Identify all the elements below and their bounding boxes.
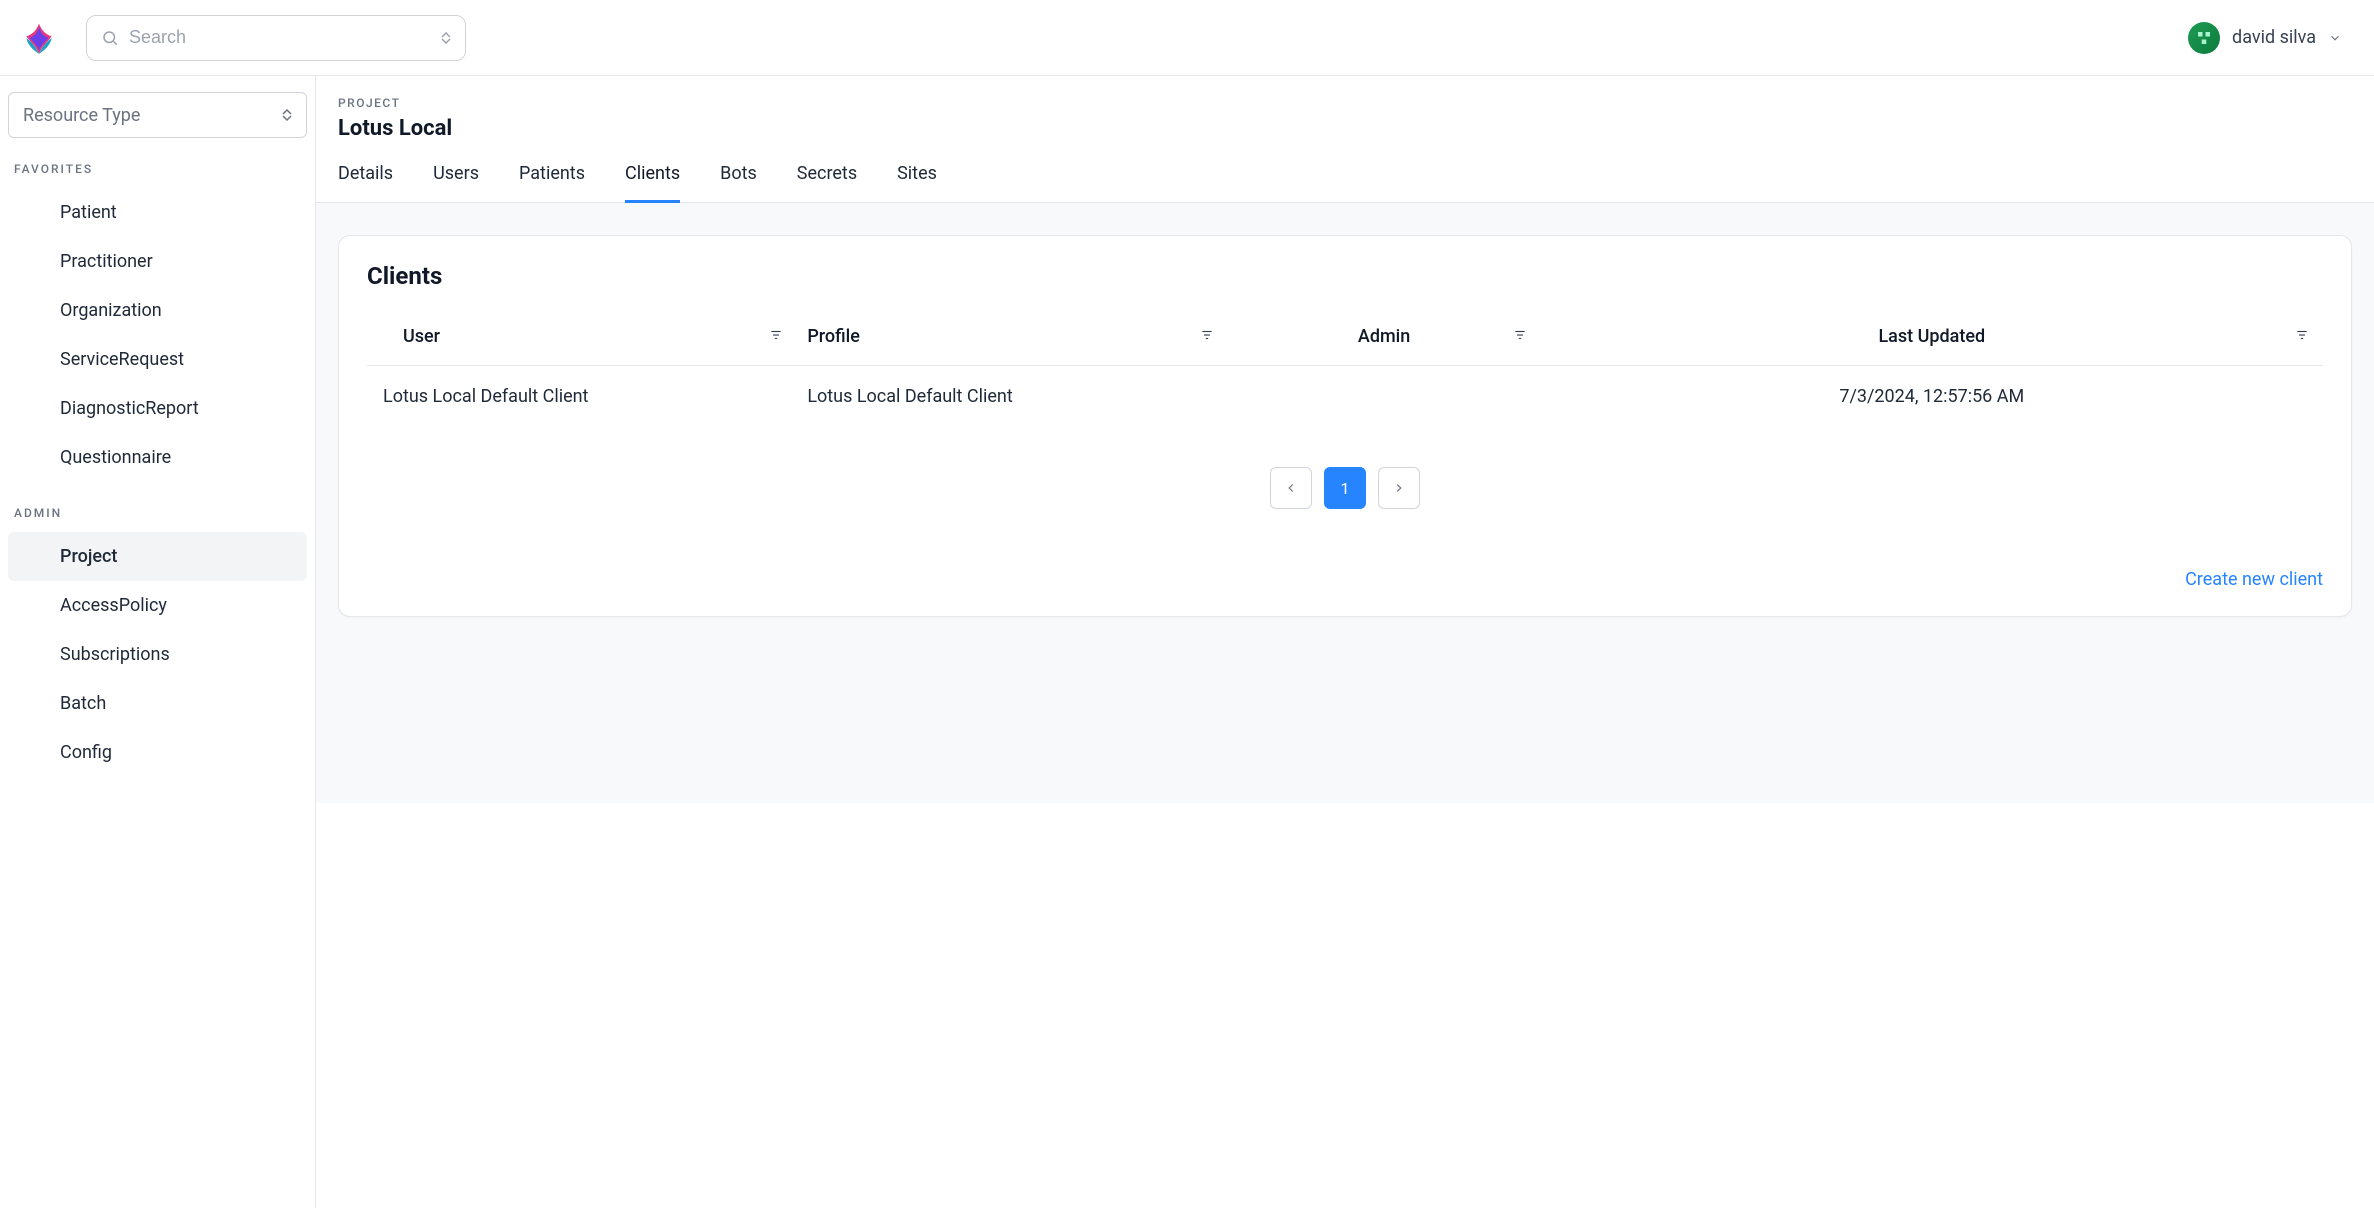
tab-clients[interactable]: Clients [625, 163, 680, 203]
chevron-left-icon [1284, 481, 1298, 495]
global-search[interactable] [86, 15, 466, 61]
page-title: Lotus Local [338, 116, 2352, 141]
chevron-right-icon [1392, 481, 1406, 495]
sidebar-item-accesspolicy[interactable]: AccessPolicy [8, 581, 307, 630]
card-title: Clients [367, 262, 2323, 290]
sidebar-item-questionnaire[interactable]: Questionnaire [8, 433, 307, 482]
cell-admin [1228, 366, 1541, 428]
cell-lastupdated: 7/3/2024, 12:57:56 AM [1541, 366, 2323, 428]
page-eyebrow: PROJECT [338, 96, 2352, 110]
sidebar: Resource Type FAVORITES Patient Practiti… [0, 76, 316, 1208]
tab-details[interactable]: Details [338, 163, 393, 203]
tab-bots[interactable]: Bots [720, 163, 757, 203]
resource-type-placeholder: Resource Type [23, 105, 140, 126]
filter-icon[interactable] [1200, 328, 1214, 342]
search-icon [101, 29, 119, 47]
cell-profile: Lotus Local Default Client [797, 366, 1227, 428]
clients-table: User Profile [367, 314, 2323, 427]
avatar [2188, 22, 2220, 54]
tab-secrets[interactable]: Secrets [797, 163, 857, 203]
column-header-user: User [403, 326, 440, 347]
tab-patients[interactable]: Patients [519, 163, 585, 203]
filter-icon[interactable] [2295, 328, 2309, 342]
column-header-profile: Profile [807, 326, 860, 347]
updown-icon [441, 32, 451, 44]
sidebar-item-organization[interactable]: Organization [8, 286, 307, 335]
sidebar-item-patient[interactable]: Patient [8, 188, 307, 237]
page-prev-button[interactable] [1270, 467, 1312, 509]
table-row[interactable]: Lotus Local Default Client Lotus Local D… [367, 366, 2323, 428]
topbar: david silva [0, 0, 2374, 76]
page-number-button[interactable]: 1 [1324, 467, 1366, 509]
user-menu[interactable]: david silva [2188, 22, 2354, 54]
app-logo[interactable] [20, 19, 58, 57]
pagination: 1 [367, 467, 2323, 509]
column-header-admin: Admin [1358, 326, 1410, 347]
tab-users[interactable]: Users [433, 163, 479, 203]
cell-user: Lotus Local Default Client [367, 366, 797, 428]
updown-icon [282, 109, 292, 121]
search-input[interactable] [129, 27, 441, 48]
filter-icon[interactable] [769, 328, 783, 342]
create-new-client-link[interactable]: Create new client [2185, 569, 2323, 590]
section-label-admin: ADMIN [8, 500, 307, 532]
user-name: david silva [2232, 27, 2316, 48]
sidebar-item-diagnosticreport[interactable]: DiagnosticReport [8, 384, 307, 433]
clients-card: Clients User Profile [338, 235, 2352, 617]
tabs: Details Users Patients Clients Bots Secr… [316, 141, 2374, 203]
sidebar-item-practitioner[interactable]: Practitioner [8, 237, 307, 286]
chevron-down-icon [2328, 31, 2342, 45]
page-next-button[interactable] [1378, 467, 1420, 509]
resource-type-select[interactable]: Resource Type [8, 92, 307, 138]
main: PROJECT Lotus Local Details Users Patien… [316, 76, 2374, 1208]
sidebar-item-servicerequest[interactable]: ServiceRequest [8, 335, 307, 384]
sidebar-item-config[interactable]: Config [8, 728, 307, 777]
section-label-favorites: FAVORITES [8, 156, 307, 188]
filter-icon[interactable] [1513, 328, 1527, 342]
sidebar-item-subscriptions[interactable]: Subscriptions [8, 630, 307, 679]
tab-sites[interactable]: Sites [897, 163, 937, 203]
column-header-lastupdated: Last Updated [1878, 326, 1985, 347]
sidebar-item-batch[interactable]: Batch [8, 679, 307, 728]
sidebar-item-project[interactable]: Project [8, 532, 307, 581]
